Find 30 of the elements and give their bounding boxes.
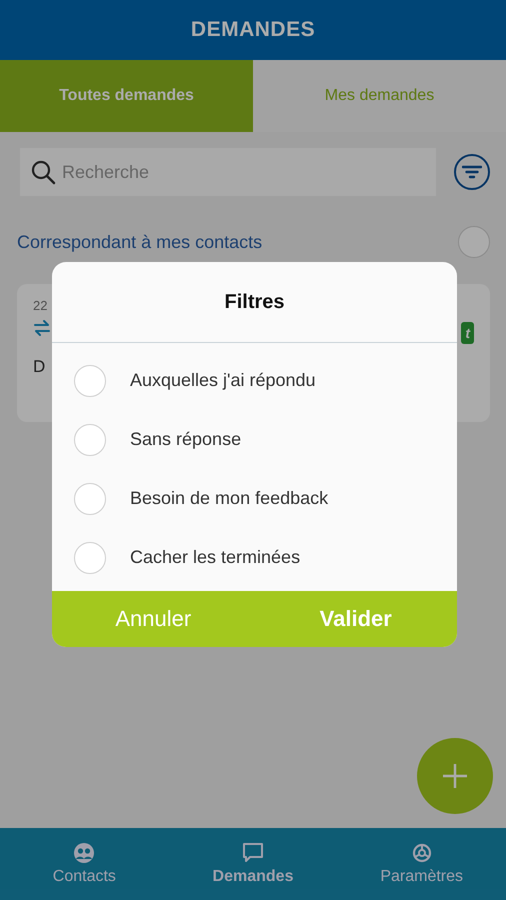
page-title: DEMANDES <box>0 0 506 60</box>
nav-tab[interactable]: Paramètres <box>337 828 506 900</box>
people-icon <box>73 842 96 864</box>
swap-icon <box>33 319 51 337</box>
search-field[interactable]: Recherche <box>20 148 436 196</box>
search-icon <box>30 159 56 185</box>
contacts-filter-label: Correspondant à mes contacts <box>17 232 262 252</box>
filter-icon <box>462 165 482 179</box>
filter-button[interactable] <box>454 154 490 190</box>
option-label: Auxquelles j'ai répondu <box>130 370 316 391</box>
tab[interactable]: Toutes demandes <box>0 60 253 132</box>
option-radio[interactable] <box>74 482 106 514</box>
dialog-title: Filtres <box>52 262 457 343</box>
contacts-radio[interactable] <box>458 226 490 258</box>
chat-icon <box>241 842 265 864</box>
option-radio[interactable] <box>74 364 106 396</box>
option-radio[interactable] <box>74 542 106 574</box>
plus-icon <box>442 763 468 789</box>
settings-icon <box>410 842 433 864</box>
cancel-button[interactable]: Annuler <box>52 591 254 647</box>
nav-tab[interactable]: Contacts <box>0 828 169 900</box>
card-date: 22 <box>33 298 48 313</box>
card-text: D <box>33 357 46 377</box>
option-label: Besoin de mon feedback <box>130 488 328 509</box>
option-radio[interactable] <box>74 424 106 456</box>
status-tag: t <box>461 322 474 344</box>
option-label: Cacher les terminées <box>130 547 300 568</box>
option-label: Sans réponse <box>130 429 242 450</box>
confirm-button[interactable]: Valider <box>254 591 457 647</box>
nav-tab[interactable]: Demandes <box>168 828 338 900</box>
